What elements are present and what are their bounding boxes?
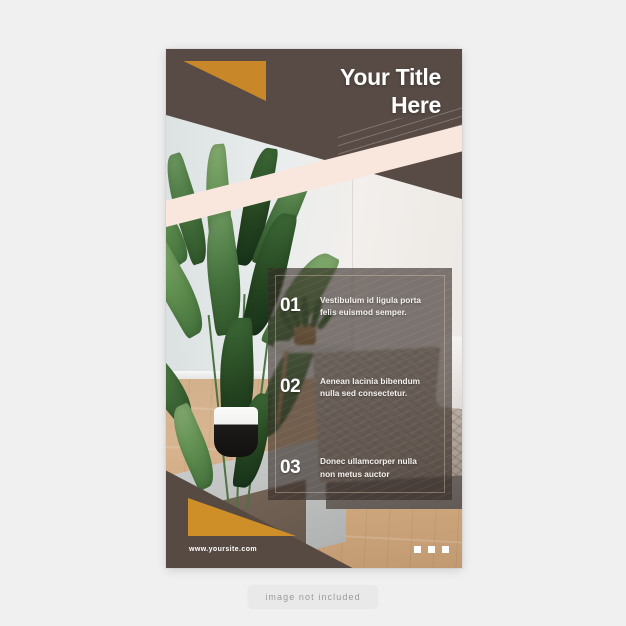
instagram-story-mockup[interactable]: Your Title Here 01 Vestibulum id ligula … [166, 49, 462, 568]
list-item-text: Donec ullamcorper nulla non metus auctor [320, 456, 417, 479]
numbered-list: 01 Vestibulum id ligula porta felis euis… [268, 268, 452, 500]
story-title: Your Title Here [261, 63, 441, 119]
list-item-number: 01 [280, 295, 301, 317]
pagination-dot[interactable] [428, 546, 435, 553]
pagination-dot[interactable] [414, 546, 421, 553]
list-item-text: Aenean lacinia bibendum nulla sed consec… [320, 375, 421, 398]
canvas-stage: Your Title Here 01 Vestibulum id ligula … [0, 0, 626, 626]
plant-pot [214, 407, 258, 457]
content-panel[interactable]: 01 Vestibulum id ligula porta felis euis… [268, 268, 452, 500]
title-line-2: Here [391, 92, 441, 119]
list-item-number: 02 [280, 376, 301, 397]
list-item[interactable]: 02 Aenean lacinia bibendum nulla sed con… [280, 375, 436, 400]
site-url-label[interactable]: www.yoursite.com [189, 546, 257, 553]
left-edge-brown-strip [166, 49, 177, 105]
title-line-1: Your Title [340, 64, 441, 90]
list-item[interactable]: 01 Vestibulum id ligula porta felis euis… [280, 294, 436, 319]
list-item-text: Vestibulum id ligula porta felis euismod… [320, 295, 421, 318]
top-edge-brown-strip [166, 49, 462, 61]
list-item[interactable]: 03 Donec ullamcorper nulla non metus auc… [280, 455, 436, 480]
pagination-dots[interactable] [414, 546, 449, 553]
pagination-dot[interactable] [442, 546, 449, 553]
image-not-included-badge: image not included [247, 585, 379, 609]
list-item-number: 03 [280, 456, 301, 478]
